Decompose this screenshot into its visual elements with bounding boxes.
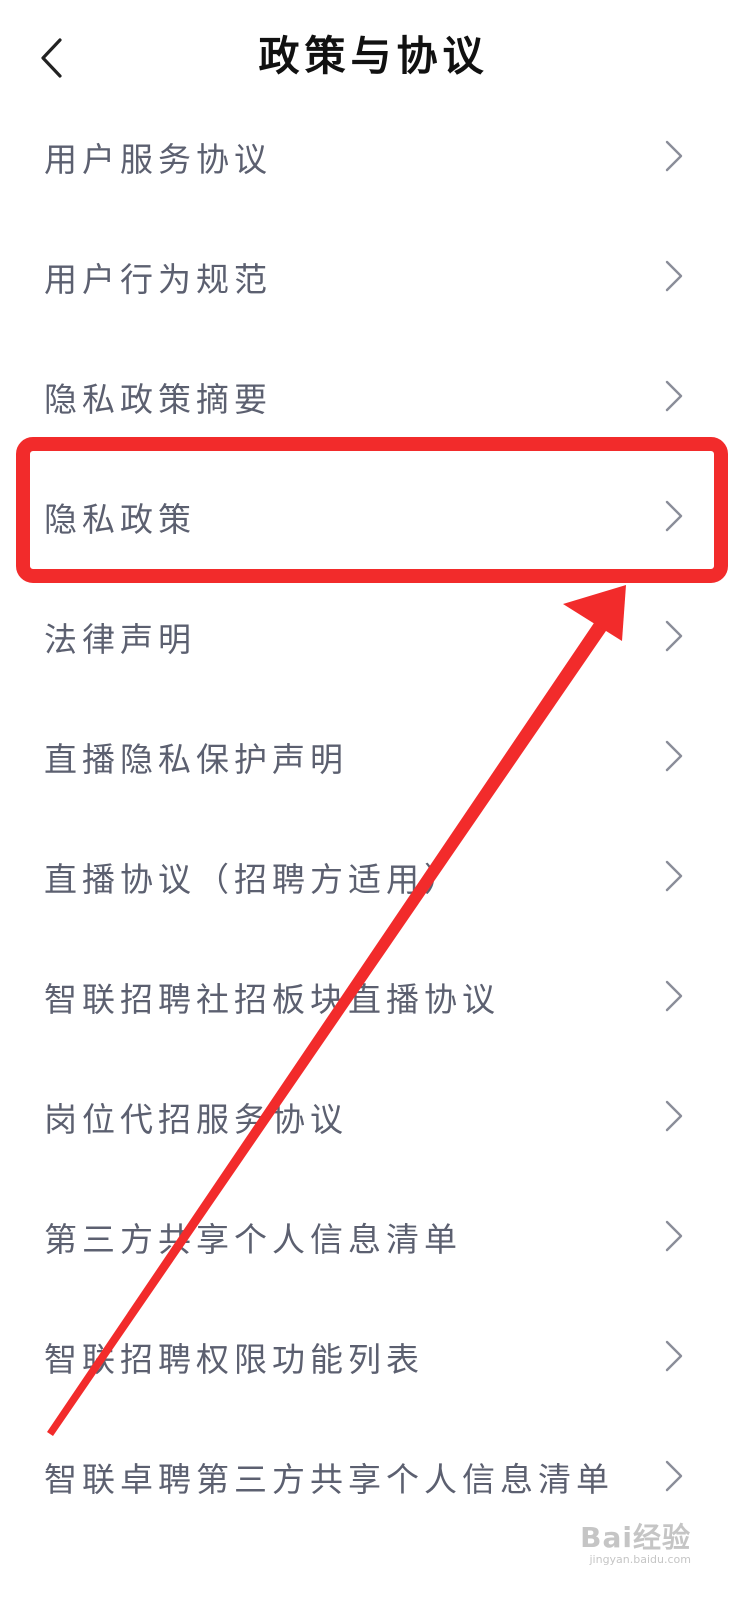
chevron-right-icon — [663, 1218, 685, 1254]
list-item-label: 直播隐私保护声明 — [44, 740, 348, 779]
page-title: 政策与协议 — [258, 32, 489, 80]
chevron-right-icon — [663, 378, 685, 414]
list-item-user-conduct-rules[interactable]: 用户行为规范 — [0, 220, 747, 340]
chevron-right-icon — [663, 858, 685, 894]
list-item-label: 隐私政策 — [44, 500, 196, 539]
chevron-right-icon — [663, 258, 685, 294]
list-item-label: 智联招聘权限功能列表 — [44, 1340, 424, 1379]
list-item-label: 用户服务协议 — [44, 140, 272, 179]
list-item-label: 岗位代招服务协议 — [44, 1100, 348, 1139]
chevron-right-icon — [663, 978, 685, 1014]
list-item-live-agreement-recruiter[interactable]: 直播协议（招聘方适用） — [0, 820, 747, 940]
watermark-logo: Bai经验 — [580, 1521, 691, 1554]
list-item-user-service-agreement[interactable]: 用户服务协议 — [0, 100, 747, 220]
list-item-live-privacy-statement[interactable]: 直播隐私保护声明 — [0, 700, 747, 820]
chevron-right-icon — [663, 498, 685, 534]
list-item-label: 智联卓聘第三方共享个人信息清单 — [44, 1460, 614, 1499]
top-bar: 政策与协议 — [0, 0, 747, 115]
list-item-privacy-policy[interactable]: 隐私政策 — [0, 460, 747, 580]
list-item-label: 智联招聘社招板块直播协议 — [44, 980, 500, 1019]
chevron-right-icon — [663, 738, 685, 774]
list-item-permission-function-list[interactable]: 智联招聘权限功能列表 — [0, 1300, 747, 1420]
list-item-label: 隐私政策摘要 — [44, 380, 272, 419]
policy-list: 用户服务协议 用户行为规范 隐私政策摘要 隐私政策 法律声明 直播隐私保护声明 … — [0, 100, 747, 1540]
list-item-third-party-sharing-list[interactable]: 第三方共享个人信息清单 — [0, 1180, 747, 1300]
chevron-right-icon — [663, 1338, 685, 1374]
list-item-privacy-policy-summary[interactable]: 隐私政策摘要 — [0, 340, 747, 460]
watermark-url: jingyan.baidu.com — [589, 1553, 691, 1566]
list-item-recruitment-service-agreement[interactable]: 岗位代招服务协议 — [0, 1060, 747, 1180]
watermark: Bai经验 jingyan.baidu.com — [580, 1521, 691, 1567]
list-item-label: 法律声明 — [44, 620, 196, 659]
chevron-right-icon — [663, 618, 685, 654]
list-item-label: 直播协议（招聘方适用） — [44, 860, 462, 899]
chevron-right-icon — [663, 138, 685, 174]
list-item-label: 第三方共享个人信息清单 — [44, 1220, 462, 1259]
list-item-label: 用户行为规范 — [44, 260, 272, 299]
chevron-right-icon — [663, 1098, 685, 1134]
list-item-social-recruit-live-agreement[interactable]: 智联招聘社招板块直播协议 — [0, 940, 747, 1060]
list-item-legal-statement[interactable]: 法律声明 — [0, 580, 747, 700]
chevron-right-icon — [663, 1458, 685, 1494]
